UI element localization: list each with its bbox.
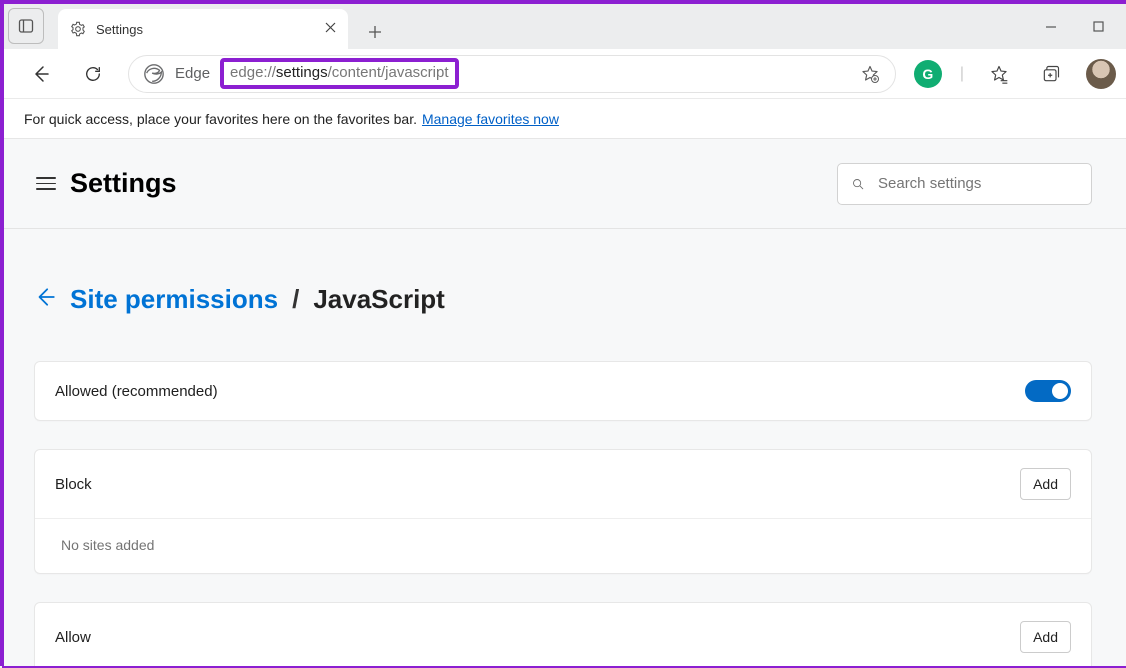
arrow-left-icon <box>34 286 56 308</box>
block-label: Block <box>55 476 92 493</box>
plus-icon <box>368 25 382 39</box>
star-plus-icon <box>860 64 880 84</box>
collections-button[interactable] <box>1034 57 1068 91</box>
titlebar: Settings <box>4 4 1126 49</box>
settings-header: Settings <box>4 139 1126 229</box>
close-icon <box>325 22 336 33</box>
minimize-icon <box>1045 21 1057 33</box>
minimize-button[interactable] <box>1045 21 1057 33</box>
grammarly-extension-icon[interactable]: G <box>914 60 942 88</box>
window-controls <box>1045 4 1126 49</box>
arrow-left-icon <box>31 64 51 84</box>
collections-icon <box>1041 64 1061 84</box>
allowed-toggle[interactable] <box>1025 380 1071 402</box>
url-display: edge://settings/content/javascript <box>220 58 843 89</box>
star-lines-icon <box>989 64 1009 84</box>
address-bar[interactable]: Edge edge://settings/content/javascript <box>128 55 896 93</box>
allowed-label: Allowed (recommended) <box>55 383 218 400</box>
settings-content: Site permissions / JavaScript Allowed (r… <box>4 229 1126 666</box>
allow-card: Allow Add <box>34 602 1092 666</box>
edge-logo-icon <box>143 63 165 85</box>
gear-icon <box>70 21 86 37</box>
tab-close-button[interactable] <box>325 20 336 38</box>
toolbar: Edge edge://settings/content/javascript … <box>4 49 1126 99</box>
search-icon <box>852 175 864 193</box>
breadcrumb: Site permissions / JavaScript <box>34 284 1092 315</box>
hamburger-icon <box>36 177 56 179</box>
tab-actions-button[interactable] <box>8 8 44 44</box>
url-host: settings <box>276 64 328 81</box>
tab-settings[interactable]: Settings <box>58 9 348 49</box>
add-favorite-button[interactable] <box>853 57 887 91</box>
favorites-bar-text: For quick access, place your favorites h… <box>24 111 417 127</box>
settings-search[interactable] <box>837 163 1092 205</box>
refresh-button[interactable] <box>76 57 110 91</box>
allow-label: Allow <box>55 629 91 646</box>
allow-add-button[interactable]: Add <box>1020 621 1071 653</box>
menu-button[interactable] <box>28 166 64 202</box>
manage-favorites-link[interactable]: Manage favorites now <box>422 111 559 127</box>
url-path: /content/javascript <box>328 64 449 81</box>
maximize-button[interactable] <box>1093 21 1104 32</box>
page-title: Settings <box>70 168 177 199</box>
tab-title: Settings <box>96 22 315 37</box>
breadcrumb-parent-link[interactable]: Site permissions <box>70 284 278 315</box>
favorites-bar-message: For quick access, place your favorites h… <box>4 99 1126 139</box>
maximize-icon <box>1093 21 1104 32</box>
block-card: Block Add No sites added <box>34 449 1092 574</box>
search-input[interactable] <box>878 175 1077 192</box>
profile-avatar[interactable] <box>1086 59 1116 89</box>
favorites-button[interactable] <box>982 57 1016 91</box>
block-empty-text: No sites added <box>61 537 154 553</box>
tab-actions-icon <box>18 18 34 34</box>
breadcrumb-back-button[interactable] <box>34 286 56 313</box>
new-tab-button[interactable] <box>358 15 392 49</box>
breadcrumb-separator: / <box>292 284 299 315</box>
back-button[interactable] <box>24 57 58 91</box>
allowed-card: Allowed (recommended) <box>34 361 1092 421</box>
url-protocol: edge:// <box>230 64 276 81</box>
url-highlight: edge://settings/content/javascript <box>220 58 458 89</box>
refresh-icon <box>84 65 102 83</box>
block-add-button[interactable]: Add <box>1020 468 1071 500</box>
breadcrumb-current: JavaScript <box>313 284 445 315</box>
browser-name-label: Edge <box>175 65 210 82</box>
tab-strip: Settings <box>58 4 392 49</box>
